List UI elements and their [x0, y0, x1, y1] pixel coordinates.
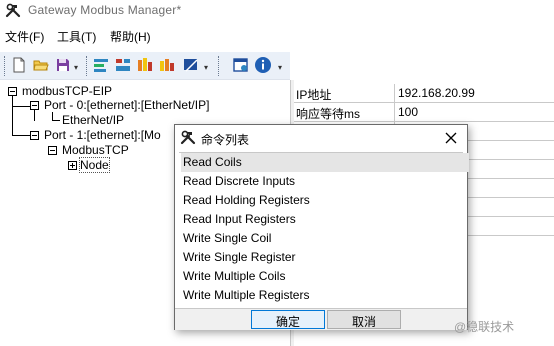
property-row-ip[interactable]: IP地址 192.168.20.99 — [294, 84, 554, 103]
property-key: 响应等待ms — [296, 107, 360, 121]
tool-icon-5[interactable] — [182, 56, 200, 74]
open-folder-icon[interactable] — [32, 56, 50, 74]
tree-connector — [12, 96, 13, 135]
property-value[interactable]: 192.168.20.99 — [398, 86, 475, 100]
hammer-wrench-icon — [5, 3, 21, 18]
toolbar-grip[interactable] — [4, 56, 6, 76]
info-icon[interactable] — [254, 56, 272, 74]
tree-expander-port1[interactable] — [30, 131, 39, 140]
tree-node-port0[interactable]: Port - 0:[ethernet]:[EtherNet/IP] — [44, 98, 209, 112]
command-list[interactable]: Read Coils Read Discrete Inputs Read Hol… — [179, 152, 469, 307]
tree-node-ethernetip[interactable]: EtherNet/IP — [62, 113, 124, 127]
save-icon[interactable] — [54, 56, 72, 74]
menu-tools[interactable]: 工具(T) — [55, 28, 98, 45]
tree-connector — [52, 120, 60, 121]
window-title: Gateway Modbus Manager* — [28, 3, 182, 17]
tree-connector — [34, 110, 35, 121]
tool-icon-1[interactable] — [92, 56, 110, 74]
toolbar-grip-3[interactable] — [218, 56, 220, 76]
tree-connector — [12, 106, 30, 107]
tree-expander-port0[interactable] — [30, 101, 39, 110]
command-item-read-discrete-inputs[interactable]: Read Discrete Inputs — [181, 172, 469, 191]
tree-expander-modbustcp[interactable] — [48, 146, 57, 155]
menu-help[interactable]: 帮助(H) — [108, 28, 153, 45]
tree-connector — [12, 135, 30, 136]
command-item-write-single-coil[interactable]: Write Single Coil — [181, 229, 469, 248]
command-item-read-holding-registers[interactable]: Read Holding Registers — [181, 191, 469, 210]
hammer-wrench-icon — [180, 130, 196, 145]
ok-button[interactable]: 确定 — [251, 310, 325, 329]
toolbar-dropdown-arrow-3[interactable]: ▾ — [278, 63, 282, 72]
main-window: Gateway Modbus Manager* 文件(F) 工具(T) 帮助(H… — [0, 0, 554, 346]
command-item-read-coils[interactable]: Read Coils — [181, 153, 469, 172]
toolbar-dropdown-arrow[interactable]: ▾ — [74, 63, 78, 72]
property-row-timeout[interactable]: 响应等待ms 100 — [294, 103, 554, 122]
toolbar-dropdown-arrow-2[interactable]: ▾ — [204, 63, 208, 72]
property-value[interactable]: 100 — [398, 105, 418, 119]
dialog-title: 命令列表 — [201, 133, 250, 147]
close-icon[interactable] — [439, 127, 463, 149]
command-item-write-multiple-registers[interactable]: Write Multiple Registers — [181, 286, 469, 305]
dialog-title-bar[interactable]: 命令列表 — [175, 125, 467, 151]
tool-icon-4[interactable] — [158, 56, 176, 74]
cancel-button[interactable]: 取消 — [327, 310, 401, 329]
command-item-write-single-register[interactable]: Write Single Register — [181, 248, 469, 267]
menu-file[interactable]: 文件(F) — [3, 28, 46, 45]
command-item-read-input-registers[interactable]: Read Input Registers — [181, 210, 469, 229]
window-icon[interactable] — [232, 56, 250, 74]
property-separator — [394, 84, 395, 103]
tree-node-root[interactable]: modbusTCP-EIP — [22, 84, 112, 98]
toolbar-grip-2[interactable] — [86, 56, 88, 76]
tree-node-modbustcp[interactable]: ModbusTCP — [62, 143, 129, 157]
title-bar: Gateway Modbus Manager* — [0, 0, 554, 22]
tree-node-node[interactable]: Node — [79, 157, 110, 173]
tool-icon-2[interactable] — [114, 56, 132, 74]
watermark-text: @稳联技术 — [454, 320, 515, 334]
tree-node-port1[interactable]: Port - 1:[ethernet]:[Mo — [44, 128, 161, 142]
tool-icon-3[interactable] — [136, 56, 154, 74]
command-item-write-multiple-coils[interactable]: Write Multiple Coils — [181, 267, 469, 286]
command-list-dialog: 命令列表 Read Coils Read Discrete Inputs Rea… — [174, 124, 469, 330]
toolbar: ▾ ▾ ▾ — [0, 52, 290, 80]
property-key: IP地址 — [296, 88, 332, 102]
dialog-footer: 确定 取消 — [175, 308, 467, 330]
property-separator — [394, 103, 395, 122]
new-file-icon[interactable] — [10, 56, 28, 74]
tree-expander-root[interactable] — [8, 87, 17, 96]
tree-expander-node[interactable] — [68, 161, 77, 170]
menu-bar: 文件(F) 工具(T) 帮助(H) — [0, 28, 554, 48]
